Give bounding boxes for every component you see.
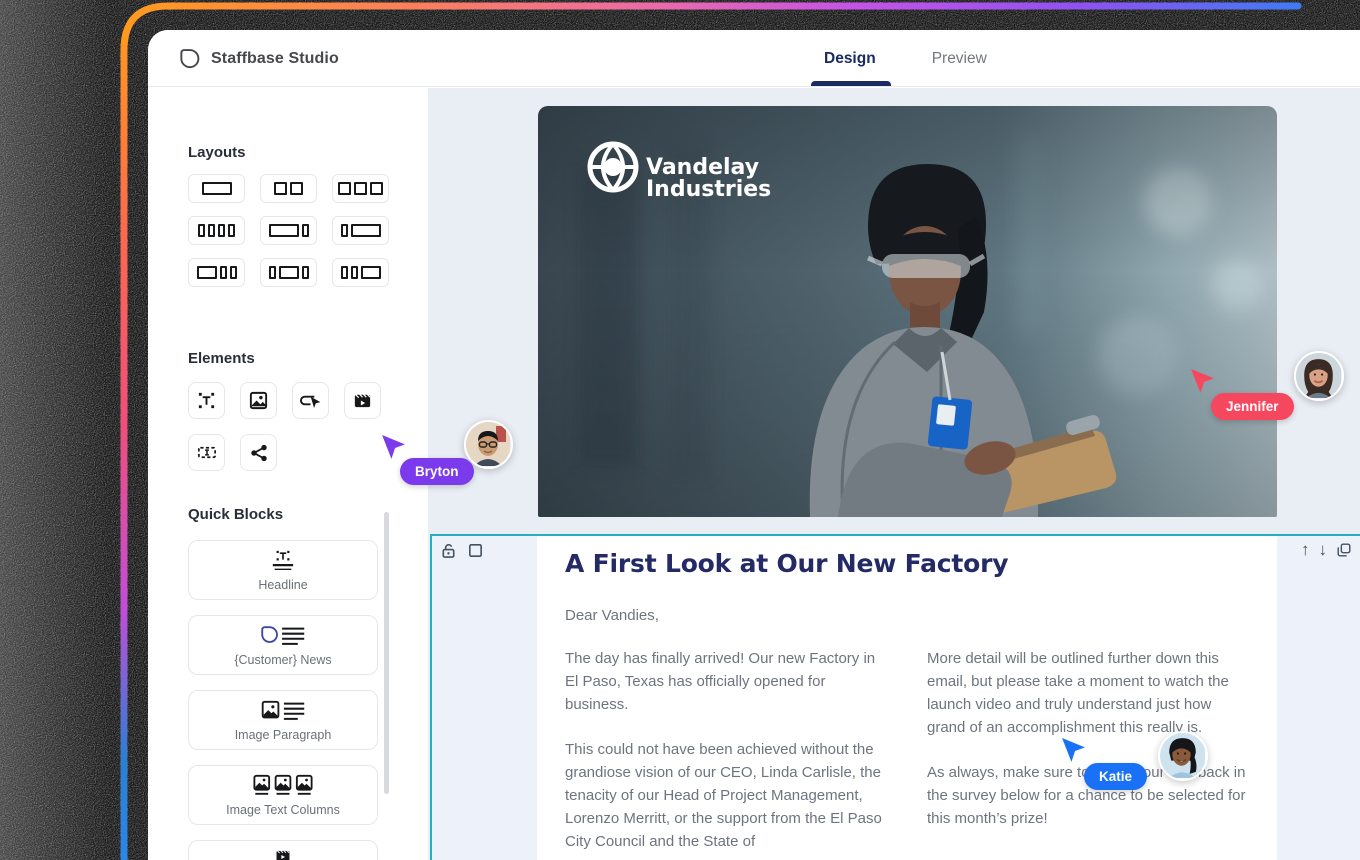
cursor-bryton: Bryton [380,434,407,466]
share-icon [249,443,269,463]
video-icon [352,390,373,411]
avatar-katie [1158,731,1208,781]
cursor-katie: Katie [1060,737,1087,769]
layout-three-columns[interactable] [332,174,389,203]
hero-photo: Vandelay Industries [538,106,1277,517]
quick-blocks-list: Headline {Customer} News [188,540,378,860]
email-columns: The day has finally arrived! Our new Fac… [565,647,1249,853]
share-element-button[interactable] [240,434,277,471]
app-title: Staffbase Studio [211,50,339,68]
quick-block-label: Headline [258,578,307,592]
cursor-arrow-icon [1189,368,1216,395]
image-icon [248,390,269,411]
layout-narrow-wide-narrow[interactable] [260,258,317,287]
layout-wide-two-narrow[interactable] [188,258,245,287]
block-gutter-left [432,536,537,860]
move-down-icon[interactable]: ↓ [1319,541,1328,558]
cursor-arrow-icon [380,434,407,461]
quick-blocks-heading: Quick Blocks [188,506,283,523]
cursor-label-katie: Katie [1084,763,1147,790]
paragraph: The day has finally arrived! Our new Fac… [565,647,887,716]
quick-block-image-paragraph[interactable]: Image Paragraph [188,690,378,750]
avatar-bryton [464,420,513,469]
image-text-columns-icon [251,774,315,798]
layouts-heading: Layouts [188,144,246,161]
layout-narrow-wide[interactable] [332,216,389,245]
image-paragraph-icon [259,699,307,723]
button-element-button[interactable] [292,382,329,419]
email-salutation[interactable]: Dear Vandies, [565,607,1249,624]
layout-four-columns[interactable] [188,216,245,245]
layouts-grid [188,174,389,287]
select-container-icon[interactable] [467,542,484,559]
brand: Staffbase Studio [178,30,339,87]
avatar-jennifer [1294,351,1344,401]
elements-row-1 [188,382,381,419]
view-tabs: Design Preview [824,30,987,87]
staffbase-logo-icon [178,47,201,70]
app-window: Staffbase Studio Design Preview Layouts [148,30,1360,860]
tab-design[interactable]: Design [824,50,876,68]
paragraph: This could not have been achieved withou… [565,738,887,853]
text-icon [196,390,217,411]
tab-preview[interactable]: Preview [932,50,987,68]
email-column-left[interactable]: The day has finally arrived! Our new Fac… [565,647,887,853]
cursor-label-bryton: Bryton [400,458,474,485]
sidebar: Layouts Elements [148,88,428,860]
duplicate-icon[interactable] [1336,542,1352,558]
quick-block-image-text-columns[interactable]: Image Text Columns [188,765,378,825]
active-tab-indicator [811,81,891,86]
elements-row-2 [188,434,277,471]
headline-icon [270,549,296,573]
cursor-arrow-icon [1060,737,1087,764]
image-element-button[interactable] [240,382,277,419]
cursor-jennifer: Jennifer [1189,368,1216,400]
block-gutter-right: ↑ ↓ [1277,536,1360,860]
app-header: Staffbase Studio Design Preview [148,30,1360,87]
brand-line2: Industries [646,177,771,202]
layout-two-columns[interactable] [260,174,317,203]
button-icon [299,390,322,411]
customer-news-icon [259,624,307,648]
paragraph: More detail will be outlined further dow… [927,647,1249,739]
email-heading[interactable]: A First Look at Our New Factory [565,549,1249,578]
elements-heading: Elements [188,350,255,367]
layout-one-column[interactable] [188,174,245,203]
marketing-stage: Staffbase Studio Design Preview Layouts [0,0,1360,860]
quick-block-label: Image Paragraph [235,728,332,742]
email-canvas: Vandelay Industries [428,88,1360,860]
quick-block-label: Image Text Columns [226,803,340,817]
cursor-label-jennifer: Jennifer [1211,393,1294,420]
move-up-icon[interactable]: ↑ [1301,541,1310,558]
unlock-icon[interactable] [440,542,457,559]
quick-block-label: {Customer} News [234,653,331,667]
email-text-block[interactable]: A First Look at Our New Factory Dear Van… [537,536,1277,860]
video-element-button[interactable] [344,382,381,419]
quick-block-headline[interactable]: Headline [188,540,378,600]
video-text-icon [270,849,296,860]
text-element-button[interactable] [188,382,225,419]
quick-block-customer-news[interactable]: {Customer} News [188,615,378,675]
spacer-element-button[interactable] [188,434,225,471]
edge-light-glow [0,0,130,860]
quick-blocks-scrollbar[interactable] [384,512,389,794]
layout-two-narrow-wide[interactable] [332,258,389,287]
layout-wide-narrow[interactable] [260,216,317,245]
spacer-icon [196,442,218,463]
selected-content-block[interactable]: A First Look at Our New Factory Dear Van… [430,534,1360,860]
quick-block-video-text[interactable]: Video Text [188,840,378,860]
hero-image-block[interactable]: Vandelay Industries [538,106,1277,517]
